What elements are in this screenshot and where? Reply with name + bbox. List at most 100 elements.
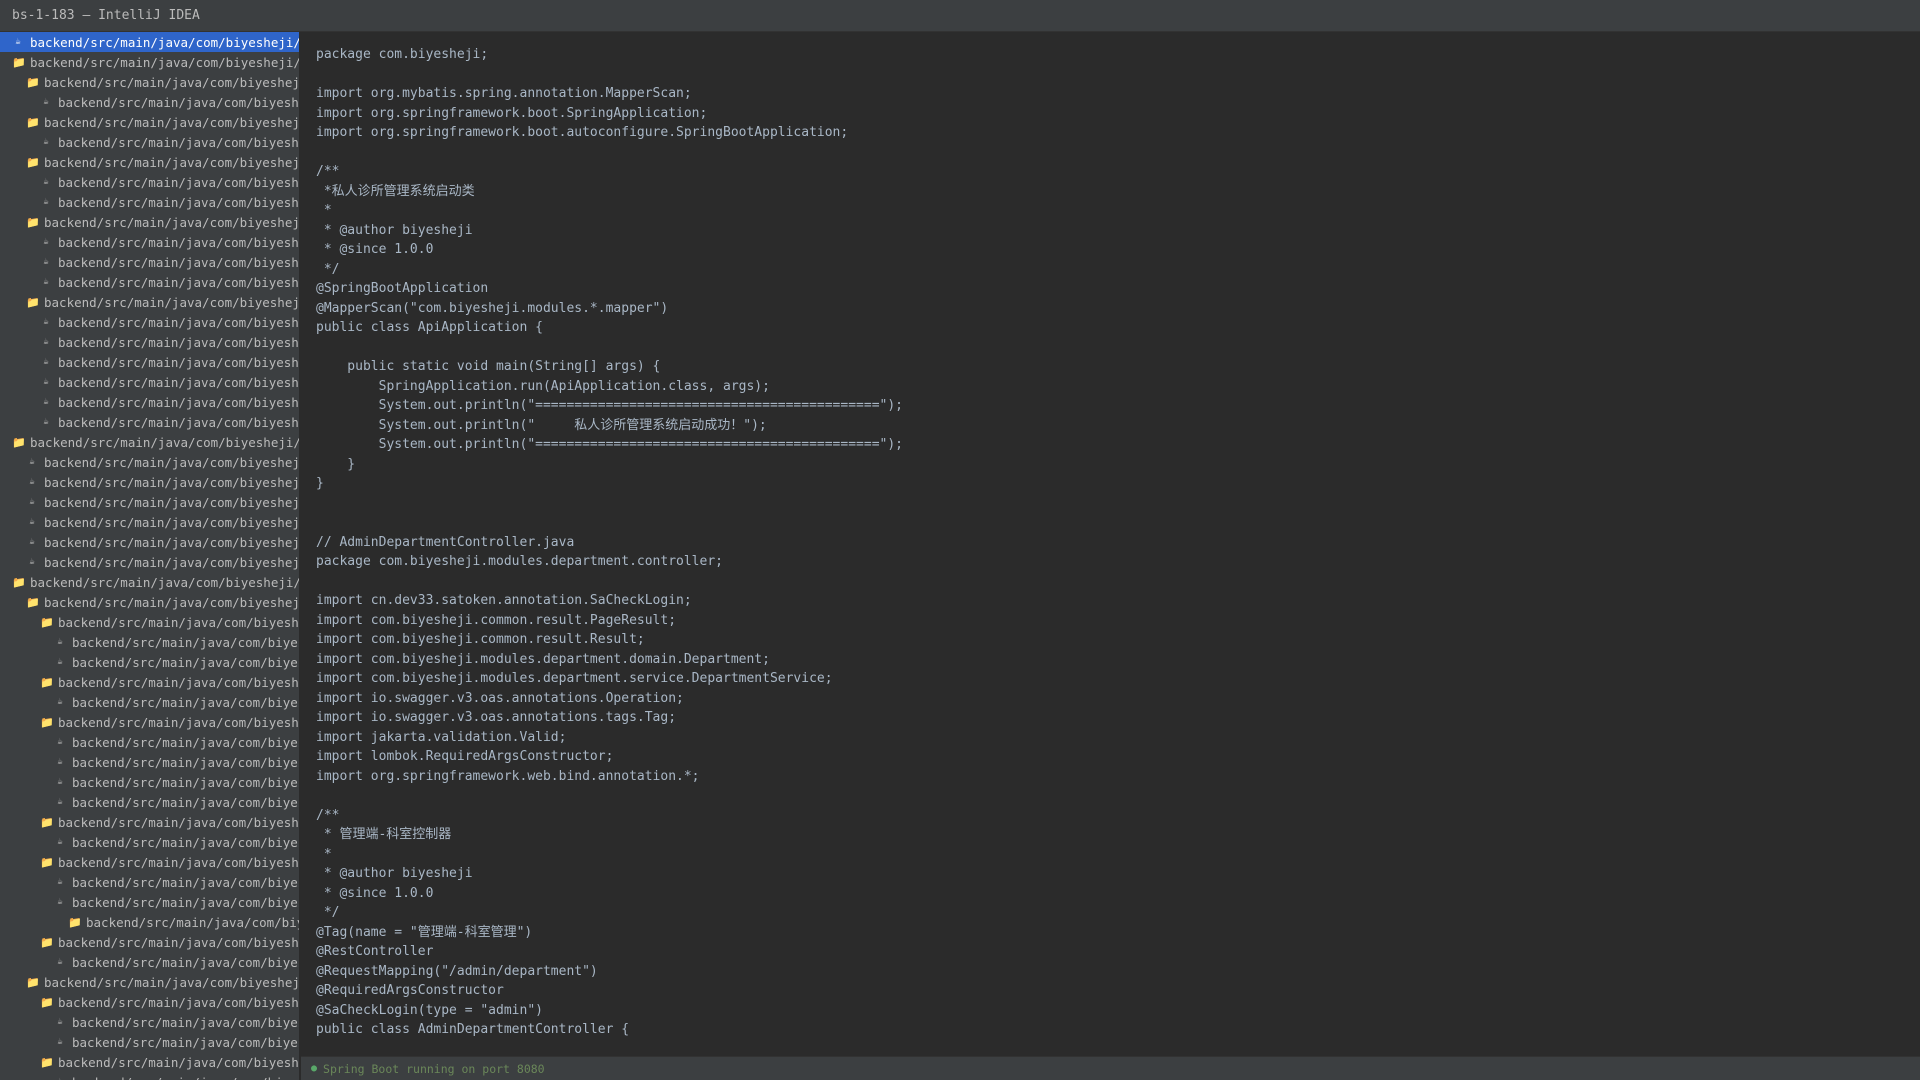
tree-folder-item[interactable]: 📁 backend/src/main/java/com/biyesheji/con… — [0, 432, 299, 452]
code-line[interactable]: } — [316, 474, 1920, 494]
code-line[interactable]: * 管理端-科室控制器 — [316, 825, 1920, 845]
code-line[interactable]: // AdminDepartmentController.java — [316, 533, 1920, 553]
code-line[interactable]: /** — [316, 162, 1920, 182]
tree-folder-item[interactable]: 📁 backend/src/main/java/com/biyesheji/mod… — [0, 812, 299, 832]
tree-file-item[interactable]: ☕ backend/src/main/java/com/biyesheji/com… — [0, 352, 299, 372]
code-line[interactable]: @Tag(name = "管理端-科室管理") — [316, 923, 1920, 943]
tree-folder-item[interactable]: 📁 backend/src/main/java/com/biyesheji/mod… — [0, 852, 299, 872]
tree-file-item[interactable]: ☕backend/src/main/java/com/biyesheji/mod… — [0, 1032, 299, 1052]
tree-folder-item[interactable]: 📁 backend/src/main/java/com/biyesheji/com… — [0, 72, 299, 92]
code-line[interactable]: */ — [316, 260, 1920, 280]
code-line[interactable]: * @since 1.0.0 — [316, 884, 1920, 904]
code-line[interactable]: public class ApiApplication { — [316, 318, 1920, 338]
code-line[interactable]: import org.springframework.boot.SpringAp… — [316, 104, 1920, 124]
code-line[interactable]: @SpringBootApplication — [316, 279, 1920, 299]
tree-folder-item[interactable]: 📁 backend/src/main/java/com/biyesheji/mod… — [0, 592, 299, 612]
tree-file-item[interactable]: ☕backend/src/main/java/com/biyesheji/mod… — [0, 652, 299, 672]
tree-file-item[interactable]: ☕ backend/src/main/java/com/biyesheji/com… — [0, 412, 299, 432]
tree-file-item[interactable]: ☕ backend/src/main/java/com/biyesheji/com… — [0, 192, 299, 212]
tree-file-item[interactable]: ☕ backend/src/main/java/com/biyesheji/com… — [0, 252, 299, 272]
code-line[interactable]: import com.biyesheji.common.result.PageR… — [316, 611, 1920, 631]
tree-file-item[interactable]: ☕backend/src/main/java/com/biyesheji/mod… — [0, 952, 299, 972]
tree-file-item[interactable]: ☕backend/src/main/java/com/biyesheji/mod… — [0, 1012, 299, 1032]
code-line[interactable]: @RestController — [316, 942, 1920, 962]
code-line[interactable]: import com.biyesheji.modules.department.… — [316, 669, 1920, 689]
tree-file-item[interactable]: ☕backend/src/main/java/com/biyesheji/mod… — [0, 632, 299, 652]
code-line[interactable]: import lombok.RequiredArgsConstructor; — [316, 747, 1920, 767]
code-line[interactable]: import org.springframework.web.bind.anno… — [316, 767, 1920, 787]
code-line[interactable]: /** — [316, 806, 1920, 826]
tree-folder-item[interactable]: 📁 backend/src/main/java/com/biyesheji/mod… — [0, 572, 299, 592]
tree-folder-item[interactable]: 📁 backend/src/main/java/com/biyesheji/mod… — [0, 1052, 299, 1072]
code-content[interactable]: package com.biyesheji; import org.mybatis… — [301, 32, 1920, 1040]
code-line[interactable]: import com.biyesheji.common.result.Resul… — [316, 630, 1920, 650]
tree-file-item[interactable]: ☕ backend/src/main/java/com/biyesheji/con… — [0, 452, 299, 472]
code-line[interactable]: import org.mybatis.spring.annotation.Map… — [316, 84, 1920, 104]
code-line[interactable]: @MapperScan("com.biyesheji.modules.*.map… — [316, 299, 1920, 319]
tree-file-item[interactable]: ☕backend/src/main/java/com/biyesheji/mod… — [0, 772, 299, 792]
code-line[interactable] — [316, 65, 1920, 85]
code-line[interactable]: public static void main(String[] args) { — [316, 357, 1920, 377]
code-line[interactable]: System.out.println("====================… — [316, 435, 1920, 455]
code-line[interactable]: import cn.dev33.satoken.annotation.SaChe… — [316, 591, 1920, 611]
code-line[interactable]: import io.swagger.v3.oas.annotations.Ope… — [316, 689, 1920, 709]
code-line[interactable] — [316, 786, 1920, 806]
tree-folder-item[interactable]: 📁 backend/src/main/java/com/biyesheji/com… — [0, 112, 299, 132]
code-line[interactable]: import jakarta.validation.Valid; — [316, 728, 1920, 748]
tree-file-item[interactable]: ☕ backend/src/main/java/com/biyesheji/Api… — [0, 32, 299, 52]
code-line[interactable]: * — [316, 201, 1920, 221]
code-line[interactable]: SpringApplication.run(ApiApplication.cla… — [316, 377, 1920, 397]
code-line[interactable] — [316, 572, 1920, 592]
tree-file-item[interactable]: ☕ backend/src/main/java/com/biyesheji/com… — [0, 312, 299, 332]
tree-file-item[interactable]: ☕ backend/src/main/java/com/biyesheji/com… — [0, 92, 299, 112]
tree-file-item[interactable]: ☕ backend/src/main/java/com/biyesheji/con… — [0, 492, 299, 512]
code-line[interactable]: package com.biyesheji; — [316, 45, 1920, 65]
code-line[interactable]: @RequestMapping("/admin/department") — [316, 962, 1920, 982]
code-line[interactable]: *私人诊所管理系统启动类 — [316, 182, 1920, 202]
tree-folder-item[interactable]: 📁 backend/src/main/java/com/biyesheji/mod… — [0, 672, 299, 692]
code-line[interactable]: * @author biyesheji — [316, 221, 1920, 241]
tree-file-item[interactable]: ☕ backend/src/main/java/com/biyesheji/com… — [0, 172, 299, 192]
tree-file-item[interactable]: ☕ backend/src/main/java/com/biyesheji/com… — [0, 232, 299, 252]
code-line[interactable]: import com.biyesheji.modules.department.… — [316, 650, 1920, 670]
code-line[interactable]: import io.swagger.v3.oas.annotations.tag… — [316, 708, 1920, 728]
tree-file-item[interactable]: ☕ backend/src/main/java/com/biyesheji/com… — [0, 372, 299, 392]
code-line[interactable]: @SaCheckLogin(type = "admin") — [316, 1001, 1920, 1021]
code-line[interactable]: import org.springframework.boot.autoconf… — [316, 123, 1920, 143]
code-line[interactable] — [316, 143, 1920, 163]
tree-file-item[interactable]: ☕ backend/src/main/java/com/biyesheji/con… — [0, 472, 299, 492]
code-line[interactable]: * @author biyesheji — [316, 864, 1920, 884]
tree-file-item[interactable]: ☕ backend/src/main/java/com/biyesheji/com… — [0, 332, 299, 352]
tree-file-item[interactable]: ☕backend/src/main/java/com/biyesheji/mod… — [0, 692, 299, 712]
code-line[interactable]: public class AdminDepartmentController { — [316, 1020, 1920, 1040]
tree-file-item[interactable]: ☕backend/src/main/java/com/biyesheji/mod… — [0, 732, 299, 752]
tree-file-item[interactable]: ☕backend/src/main/java/com/biyesheji/mod… — [0, 752, 299, 772]
code-line[interactable]: System.out.println(" 私人诊所管理系统启动成功！"); — [316, 416, 1920, 436]
code-line[interactable]: } — [316, 455, 1920, 475]
tree-file-item[interactable]: ☕ backend/src/main/java/com/biyesheji/com… — [0, 132, 299, 152]
code-line[interactable]: System.out.println("====================… — [316, 396, 1920, 416]
code-line[interactable] — [316, 494, 1920, 514]
code-line[interactable] — [316, 338, 1920, 358]
tree-file-item[interactable]: ☕ backend/src/main/java/com/biyesheji/con… — [0, 532, 299, 552]
tree-folder-item[interactable]: 📁 backend/src/main/java/com/biyesheji/mod… — [0, 932, 299, 952]
code-line[interactable]: package com.biyesheji.modules.department… — [316, 552, 1920, 572]
code-line[interactable]: @RequiredArgsConstructor — [316, 981, 1920, 1001]
tree-file-item[interactable]: ☕ backend/src/main/java/com/biyesheji/com… — [0, 272, 299, 292]
tree-file-item[interactable]: ☕backend/src/main/java/com/biyesheji/mod… — [0, 892, 299, 912]
tree-file-item[interactable]: ☕backend/src/main/java/com/biyesheji/mod… — [0, 832, 299, 852]
tree-folder-item[interactable]: 📁 backend/src/main/java/com/biyesheji/mod… — [0, 612, 299, 632]
tree-file-item[interactable]: ☕ backend/src/main/java/com/biyesheji/con… — [0, 552, 299, 572]
tree-file-item[interactable]: ☕backend/src/main/java/com/biyesheji/mod… — [0, 872, 299, 892]
code-editor[interactable]: package com.biyesheji; import org.mybatis… — [301, 32, 1920, 1056]
tree-folder-item[interactable]: 📁 backend/src/main/java/com/biyesheji/com… — [0, 152, 299, 172]
tree-file-item[interactable]: ☕ backend/src/main/java/com/biyesheji/com… — [0, 392, 299, 412]
tree-file-item[interactable]: ☕backend/src/main/java/com/biyesheji/mod… — [0, 1072, 299, 1080]
tree-file-item[interactable]: ☕backend/src/main/java/com/biyesheji/mod… — [0, 792, 299, 812]
tree-folder-item[interactable]: 📁 backend/src/main/java/com/biyesheji/mod… — [0, 992, 299, 1012]
project-tree[interactable]: ☕ backend/src/main/java/com/biyesheji/Api… — [0, 32, 300, 1080]
tree-folder-item[interactable]: 📁 backend/src/main/java/com/biyesheji/mod… — [0, 912, 299, 932]
tree-folder-item[interactable]: 📁 backend/src/main/java/com/biyesheji/com… — [0, 212, 299, 232]
code-line[interactable]: * @since 1.0.0 — [316, 240, 1920, 260]
tree-folder-item[interactable]: 📁 backend/src/main/java/com/biyesheji/com… — [0, 52, 299, 72]
